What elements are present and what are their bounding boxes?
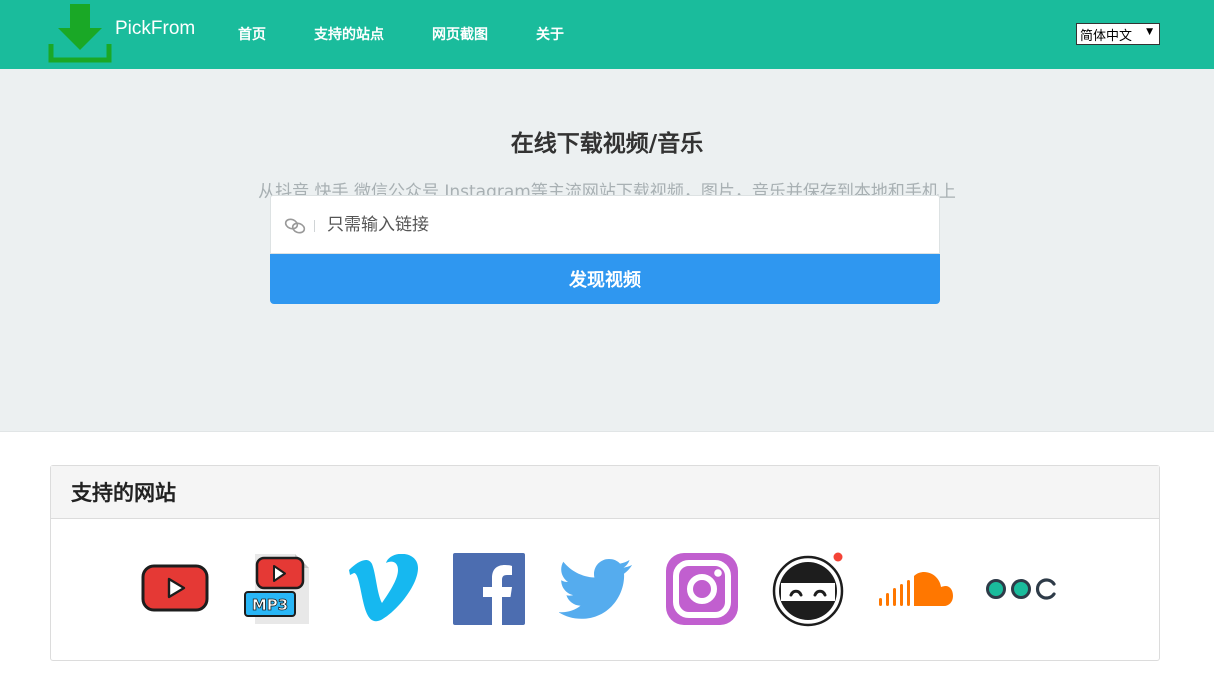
nav-about[interactable]: 关于: [536, 25, 564, 45]
discover-video-button[interactable]: 发现视频: [270, 254, 940, 304]
instagram-icon[interactable]: [666, 553, 738, 625]
language-select[interactable]: 简体中文 ▼: [1076, 23, 1160, 45]
url-input-box: [270, 195, 940, 254]
supported-sites-panel: 支持的网站 MP3: [50, 465, 1160, 661]
dropdown-caret-icon: ▼: [1146, 27, 1153, 37]
input-separator: [314, 220, 315, 232]
url-input[interactable]: [325, 206, 925, 244]
twitter-icon[interactable]: [559, 558, 633, 620]
download-logo-icon[interactable]: [48, 2, 112, 64]
page-title: 在线下载视频/音乐: [510, 131, 704, 157]
link-icon: [284, 218, 306, 234]
top-header: PickFrom 首页 支持的站点 网页截图 关于 简体中文 ▼: [0, 0, 1214, 69]
vimeo-icon[interactable]: [346, 554, 421, 624]
supported-sites-title: 支持的网站: [51, 466, 1159, 519]
main-nav: 首页 支持的站点 网页截图 关于: [238, 25, 612, 45]
brand-name[interactable]: PickFrom: [115, 18, 195, 40]
language-value: 简体中文: [1080, 28, 1133, 44]
dots-icon[interactable]: [983, 576, 1059, 602]
ninja-icon[interactable]: [771, 551, 847, 627]
soundcloud-icon[interactable]: [876, 570, 954, 610]
facebook-icon[interactable]: [453, 553, 525, 625]
svg-text:MP3: MP3: [252, 596, 288, 614]
nav-screenshot[interactable]: 网页截图: [432, 25, 488, 45]
nav-home[interactable]: 首页: [238, 25, 266, 45]
youtube-icon[interactable]: [141, 564, 209, 614]
nav-supported-sites[interactable]: 支持的站点: [314, 25, 384, 45]
youtube-mp3-icon[interactable]: MP3: [243, 552, 311, 626]
